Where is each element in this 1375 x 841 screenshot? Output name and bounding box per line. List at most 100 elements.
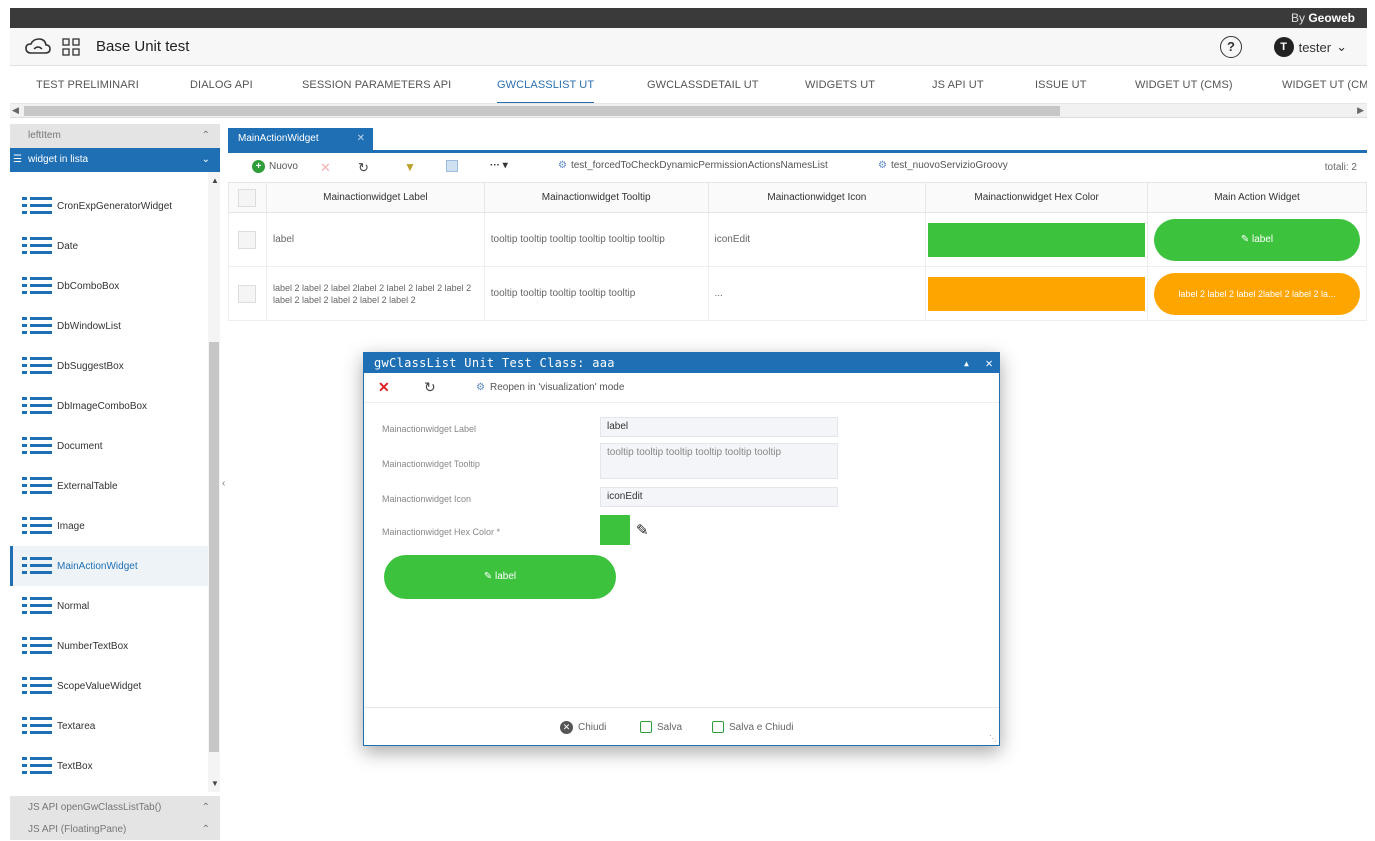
tab-gwclassdetail-ut[interactable]: GWCLASSDETAIL UT	[647, 66, 759, 103]
scroll-left-icon[interactable]: ◀	[12, 105, 19, 116]
checkbox[interactable]	[238, 284, 257, 303]
save-close-label: Salva e Chiudi	[729, 721, 794, 733]
collapse-icon[interactable]: ▴	[963, 356, 971, 370]
user-name: tester	[1298, 39, 1332, 55]
scroll-right-icon[interactable]: ▶	[1357, 105, 1364, 116]
list-item[interactable]: DbImageComboBox	[10, 386, 208, 426]
select-all-header[interactable]	[228, 182, 267, 213]
accordion-js-api-floatingpane[interactable]: JS API (FloatingPane) ⌃	[10, 820, 220, 840]
column-header[interactable]: Mainactionwidget Hex Color	[925, 182, 1149, 213]
row-checkbox-cell[interactable]	[228, 266, 267, 321]
close-button[interactable]: ✕ Chiudi	[560, 721, 606, 734]
main-action-button[interactable]: ✎ label	[384, 555, 616, 599]
scrollbar-thumb[interactable]	[24, 106, 1060, 116]
tab-session-parameters-api[interactable]: SESSION PARAMETERS API	[302, 66, 451, 103]
list-item[interactable]: NumberTextBox	[10, 626, 208, 666]
action-nuovo-servizio-button[interactable]: ⚙ test_nuovoServizioGroovy	[878, 160, 1008, 171]
delete-icon[interactable]: ✕	[378, 379, 390, 396]
tab-widget-ut-cms[interactable]: WIDGET UT (CMS)	[1135, 66, 1233, 103]
collapse-sidebar-icon[interactable]: ‹	[222, 478, 225, 489]
accordion-left-item[interactable]: leftItem ⌃	[10, 124, 220, 148]
tab-mainactionwidget[interactable]: MainActionWidget ✕	[228, 128, 373, 150]
checkbox[interactable]	[238, 230, 257, 249]
chevron-up-icon: ⌃	[201, 130, 210, 141]
icon-field[interactable]: iconEdit	[600, 487, 838, 507]
delete-icon[interactable]: ✕	[320, 160, 331, 176]
help-icon[interactable]: ?	[1220, 36, 1242, 58]
refresh-icon[interactable]: ↻	[424, 379, 436, 396]
more-actions-button[interactable]: ··· ▾	[490, 160, 508, 171]
refresh-icon[interactable]: ↻	[358, 160, 369, 176]
action-force-check-button[interactable]: ⚙ test_forcedToCheckDynamicPermissionAct…	[558, 160, 828, 171]
list-item[interactable]: Image	[10, 506, 208, 546]
list-item-label: Date	[57, 240, 79, 252]
list-item[interactable]: CronExpGeneratorWidget	[10, 186, 208, 226]
apps-grid-icon[interactable]	[62, 38, 80, 56]
list-item[interactable]: ScopeValueWidget	[10, 666, 208, 706]
edit-icon[interactable]: ✎	[636, 521, 649, 539]
list-item[interactable]: DbComboBox	[10, 266, 208, 306]
tab-gwclasslist-ut[interactable]: GWCLASSLIST UT	[497, 66, 595, 103]
chevron-up-icon: ⌃	[201, 802, 210, 813]
save-button[interactable]: Salva	[640, 721, 682, 733]
cloud-icon[interactable]	[25, 37, 51, 57]
export-icon[interactable]	[446, 160, 458, 172]
close-icon[interactable]: ✕	[357, 128, 365, 150]
new-button[interactable]: + Nuovo	[252, 160, 298, 173]
save-label: Salva	[657, 721, 683, 733]
list-item[interactable]: Normal	[10, 586, 208, 626]
filter-icon[interactable]: ▼	[404, 160, 416, 174]
reopen-visualization-button[interactable]: ⚙ Reopen in 'visualization' mode	[476, 382, 624, 393]
table-row[interactable]: label 2 label 2 label 2label 2 label 2 l…	[228, 266, 1367, 321]
total-count: totali: 2	[1324, 162, 1357, 173]
column-header[interactable]: Mainactionwidget Icon	[707, 182, 927, 213]
horizontal-scrollbar[interactable]: ◀ ▶	[10, 104, 1367, 118]
label-field[interactable]: label	[600, 417, 838, 437]
list-item[interactable]: Textarea	[10, 706, 208, 746]
list-item-selected[interactable]: MainActionWidget	[10, 546, 208, 586]
tab-widget-ut-cm[interactable]: WIDGET UT (CM	[1282, 66, 1367, 103]
checkbox[interactable]	[238, 188, 257, 207]
list-item[interactable]: DbWindowList	[10, 306, 208, 346]
tooltip-textarea[interactable]: tooltip tooltip tooltip tooltip tooltip …	[600, 443, 838, 479]
close-icon[interactable]: ✕	[985, 356, 993, 370]
row-checkbox-cell[interactable]	[228, 212, 267, 267]
column-header[interactable]: Main Action Widget	[1147, 182, 1367, 213]
cell-color	[925, 266, 1149, 321]
list-item[interactable]: Date	[10, 226, 208, 266]
column-header[interactable]: Mainactionwidget Tooltip	[483, 182, 709, 213]
table-row[interactable]: label tooltip tooltip tooltip tooltip to…	[228, 212, 1367, 267]
color-swatch[interactable]	[600, 515, 630, 545]
save-icon	[640, 721, 652, 733]
user-menu[interactable]: T tester ⌄	[1273, 37, 1347, 57]
scroll-down-icon[interactable]: ▼	[211, 779, 219, 788]
list-item-label: TextBox	[57, 760, 93, 772]
avatar: T	[1273, 37, 1294, 57]
save-close-button[interactable]: Salva e Chiudi	[712, 721, 793, 733]
column-header[interactable]: Mainactionwidget Label	[265, 182, 485, 213]
list-item[interactable]: TextBox	[10, 746, 208, 786]
detail-dialog: gwClassList Unit Test Class: aaa ▴ ✕ ✕ ↻…	[363, 352, 1000, 746]
dialog-title: gwClassList Unit Test Class: aaa	[374, 356, 615, 370]
tab-js-api-ut[interactable]: JS API UT	[932, 66, 984, 103]
field-caption: Mainactionwidget Tooltip	[382, 459, 480, 469]
list-icon	[22, 475, 52, 497]
vertical-scrollbar[interactable]: ▲ ▼	[208, 172, 220, 792]
list-item-label: DbImageComboBox	[57, 400, 148, 412]
resize-handle-icon[interactable]: ⋱	[989, 734, 997, 743]
dialog-header[interactable]: gwClassList Unit Test Class: aaa ▴ ✕	[364, 353, 999, 373]
scrollbar-thumb[interactable]	[209, 342, 219, 752]
accordion-widget-in-lista[interactable]: ☰ widget in lista ⌄	[10, 148, 220, 172]
tab-test-preliminari[interactable]: TEST PRELIMINARI	[36, 66, 139, 103]
list-item[interactable]: ExternalTable	[10, 466, 208, 506]
tab-dialog-api[interactable]: DIALOG API	[190, 66, 253, 103]
main-action-button[interactable]: ✎ label	[1154, 218, 1360, 261]
list-item[interactable]: DbSuggestBox	[10, 346, 208, 386]
tab-widgets-ut[interactable]: WIDGETS UT	[805, 66, 875, 103]
main-action-button[interactable]: label 2 label 2 label 2label 2 label 2 l…	[1154, 272, 1360, 315]
list-item[interactable]: Document	[10, 426, 208, 466]
list-icon	[22, 675, 52, 697]
scroll-up-icon[interactable]: ▲	[211, 176, 219, 185]
accordion-js-api-opengwclasslisttab[interactable]: JS API openGwClassListTab() ⌃	[10, 796, 220, 820]
tab-issue-ut[interactable]: ISSUE UT	[1035, 66, 1087, 103]
